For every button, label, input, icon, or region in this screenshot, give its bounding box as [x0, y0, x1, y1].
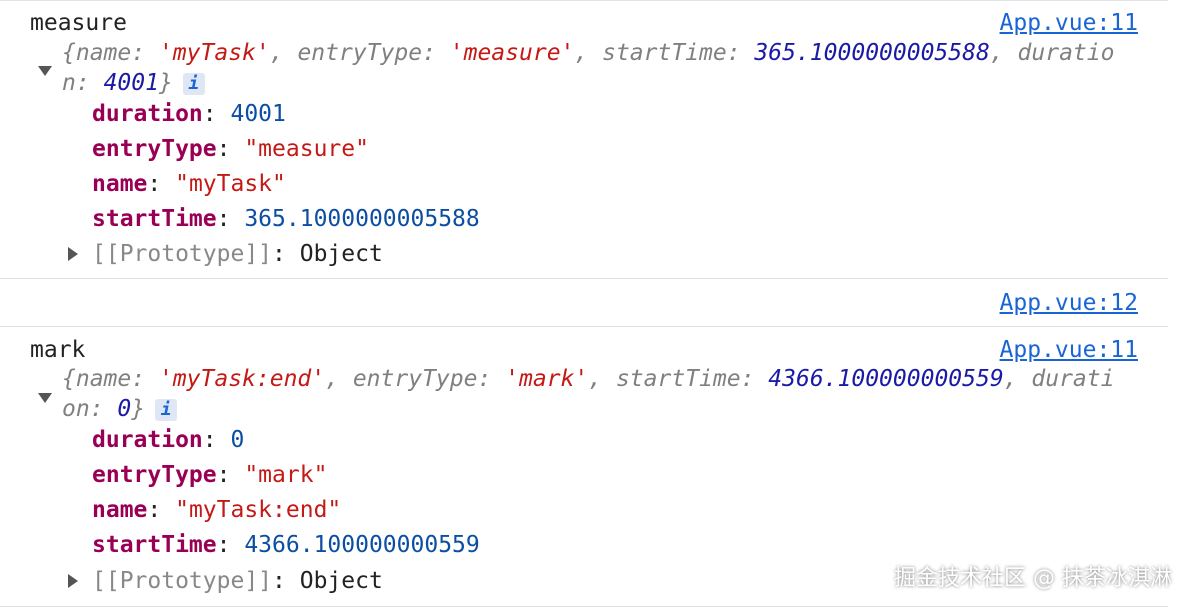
- prop-row: duration: 4001: [92, 101, 286, 127]
- info-icon[interactable]: i: [182, 72, 205, 95]
- prop-row: entryType: "mark": [92, 462, 328, 488]
- source-link[interactable]: App.vue:12: [1000, 288, 1138, 318]
- object-preview-wrap: n: 4001} i: [62, 68, 205, 98]
- prototype-row[interactable]: [[Prototype]]: Object: [92, 239, 383, 269]
- prototype-row[interactable]: [[Prototype]]: Object: [92, 566, 383, 596]
- console-message-empty: App.vue:12: [0, 279, 1168, 327]
- expand-triangle-icon[interactable]: [68, 574, 78, 588]
- log-label: measure: [30, 10, 127, 36]
- prop-row: name: "myTask": [92, 171, 286, 197]
- collapse-triangle-icon[interactable]: [38, 393, 52, 403]
- console-message-measure: measure App.vue:11 {name: 'myTask', entr…: [0, 0, 1168, 279]
- prop-row: name: "myTask:end": [92, 497, 342, 523]
- expand-triangle-icon[interactable]: [68, 247, 78, 261]
- source-link[interactable]: App.vue:11: [1000, 335, 1138, 365]
- collapse-triangle-icon[interactable]: [38, 66, 52, 76]
- object-preview[interactable]: {name: 'myTask:end', entryType: 'mark', …: [62, 364, 1114, 394]
- prop-row: duration: 0: [92, 427, 245, 453]
- watermark: 掘金技术社区 @ 抹茶冰淇淋: [894, 566, 1172, 591]
- prop-row: startTime: 365.1000000005588: [92, 206, 480, 232]
- prop-row: entryType: "measure": [92, 136, 369, 162]
- source-link[interactable]: App.vue:11: [1000, 8, 1138, 38]
- object-preview[interactable]: {name: 'myTask', entryType: 'measure', s…: [62, 38, 1114, 68]
- prop-row: startTime: 4366.100000000559: [92, 532, 480, 558]
- info-icon[interactable]: i: [155, 398, 178, 421]
- log-label: mark: [30, 337, 86, 363]
- object-preview-wrap: on: 0} i: [62, 394, 178, 424]
